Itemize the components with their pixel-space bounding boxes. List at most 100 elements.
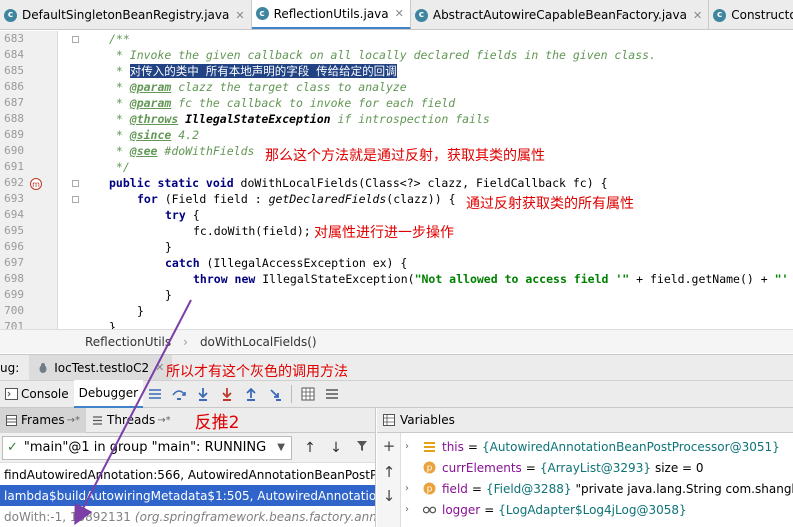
- svg-text:p: p: [427, 485, 433, 495]
- frames-tab-bar: Frames →* Threads →* 反推2: [0, 408, 375, 433]
- stack-frame-row-selected[interactable]: lambda$buildAutowiringMetadata$1:505, Au…: [0, 485, 376, 506]
- step-into-icon[interactable]: [194, 385, 212, 403]
- close-icon[interactable]: ✕: [155, 361, 164, 374]
- evaluate-expression-icon[interactable]: [299, 385, 317, 403]
- javadoc-line: * 对传入的类中 所有本地声明的字段 传给给定的回调: [109, 64, 397, 78]
- expand-arrow-icon[interactable]: ›: [405, 483, 417, 494]
- line-number: 701: [4, 320, 24, 329]
- console-icon: [5, 388, 18, 400]
- frames-panel: Frames →* Threads →* 反推2 ✓ "main"@1 in g…: [0, 408, 376, 527]
- arrow-up-icon[interactable]: ↑: [302, 440, 318, 456]
- breadcrumb-class[interactable]: ReflectionUtils: [85, 335, 171, 349]
- filter-icon[interactable]: [354, 440, 370, 456]
- line-number: 691: [4, 160, 24, 173]
- tab-default-singleton-bean-registry[interactable]: c DefaultSingletonBeanRegistry.java ✕: [0, 0, 252, 29]
- variable-extra: "private java.lang.String com.shanglin.e…: [575, 481, 793, 496]
- variable-row[interactable]: › p field = {Field@3288} "private java.l…: [405, 478, 793, 499]
- line-number: 684: [4, 48, 24, 61]
- line-number: 689: [4, 128, 24, 141]
- chevron-down-icon: ▼: [277, 442, 285, 453]
- editor-tab-bar: c DefaultSingletonBeanRegistry.java ✕ c …: [0, 0, 793, 30]
- tab-label: Debugger: [78, 386, 139, 400]
- tab-threads[interactable]: Threads →*: [86, 408, 177, 433]
- for-loop: for (Field field : getDeclaredFields(cla…: [137, 192, 456, 206]
- tab-label: ReflectionUtils.java: [273, 6, 389, 21]
- run-configuration-label: IocTest.testIoC2: [54, 360, 150, 375]
- step-out-icon[interactable]: [242, 385, 260, 403]
- add-watch-icon[interactable]: +: [381, 437, 397, 455]
- debugger-toolbar: Console Debugger: [0, 380, 793, 408]
- tab-reflection-utils[interactable]: c ReflectionUtils.java ✕: [251, 0, 411, 29]
- force-step-into-icon[interactable]: [218, 385, 236, 403]
- breadcrumb-method[interactable]: doWithLocalFields(): [200, 335, 317, 349]
- variable-name: logger: [442, 502, 481, 517]
- fold-marker[interactable]: [72, 36, 79, 43]
- java-class-icon: c: [255, 7, 269, 20]
- chevron-right-icon: ›: [183, 334, 188, 349]
- thread-dropdown[interactable]: ✓ "main"@1 in group "main": RUNNING ▼: [2, 435, 292, 460]
- expand-arrow-icon[interactable]: ›: [405, 504, 417, 515]
- catch-block: catch (IllegalAccessException ex) {: [165, 256, 408, 270]
- fold-marker[interactable]: [72, 180, 79, 187]
- stack-frame-row-synthetic[interactable]: doWith:-1, 15892131 (org.springframework…: [0, 506, 376, 527]
- variable-row[interactable]: p currElements = {ArrayList@3293} size =…: [405, 457, 704, 478]
- tab-constructor-res[interactable]: c ConstructorRes: [709, 0, 793, 29]
- more-options-icon[interactable]: [323, 385, 341, 403]
- close-icon[interactable]: ✕: [395, 7, 404, 20]
- variables-icon: [383, 414, 395, 426]
- variable-value: {AutowiredAnnotationBeanPostProcessor@30…: [481, 439, 780, 454]
- threads-icon: [93, 415, 103, 425]
- line-number: 698: [4, 272, 24, 285]
- selected-text[interactable]: 对传入的类中 所有本地声明的字段 传给给定的回调: [129, 64, 397, 78]
- variable-value: {LogAdapter$Log4jLog@3058}: [498, 502, 687, 517]
- close-icon[interactable]: ✕: [693, 9, 702, 22]
- arrow-up-icon[interactable]: ↑: [381, 463, 397, 481]
- run-configuration-tab[interactable]: IocTest.testIoC2 ✕: [29, 354, 173, 381]
- toolbar-divider: [291, 385, 293, 403]
- expand-arrow-icon[interactable]: ›: [405, 441, 417, 452]
- tab-frames[interactable]: Frames →*: [0, 408, 87, 433]
- variable-row[interactable]: › logger = {LogAdapter$Log4jLog@3058}: [405, 499, 687, 520]
- code-editor[interactable]: 683 684 685 686 687 688 689 690 691 692 …: [0, 31, 793, 329]
- tab-debugger[interactable]: Debugger: [73, 380, 144, 408]
- tab-console[interactable]: Console: [0, 380, 74, 408]
- field-icon: p: [423, 482, 436, 495]
- tab-abstract-autowire-capable-bean-factory[interactable]: c AbstractAutowireCapableBeanFactory.jav…: [411, 0, 710, 29]
- line-number: 695: [4, 224, 24, 237]
- show-execution-point-icon[interactable]: [146, 385, 164, 403]
- javadoc-see: * @see #doWithFields: [109, 144, 255, 158]
- line-number: 690: [4, 144, 24, 157]
- stack-frame-row[interactable]: findAutowiredAnnotation:566, AutowiredAn…: [0, 464, 375, 485]
- arrow-down-icon[interactable]: ↓: [328, 440, 344, 456]
- debug-bug-icon: [39, 362, 47, 373]
- variable-name: this: [442, 439, 464, 454]
- line-number: 686: [4, 80, 24, 93]
- variables-header: Variables: [377, 408, 793, 433]
- step-over-icon[interactable]: [170, 385, 188, 403]
- method-override-icon[interactable]: m: [30, 178, 42, 190]
- line-number: 700: [4, 304, 24, 317]
- breadcrumb: ReflectionUtils › doWithLocalFields(): [0, 329, 793, 353]
- line-number: 683: [4, 32, 24, 45]
- line-number: 699: [4, 288, 24, 301]
- java-class-icon: c: [4, 8, 17, 22]
- annotation-note: 那么这个方法就是通过反射，获取其类的属性: [265, 148, 545, 164]
- javadoc-param: * @param clazz the target class to analy…: [109, 80, 407, 94]
- variables-title: Variables: [400, 413, 455, 427]
- fold-marker[interactable]: [72, 196, 79, 203]
- frame-label: lambda$buildAutowiringMetadata$1:505, Au…: [4, 488, 376, 503]
- close-icon[interactable]: ✕: [235, 9, 244, 22]
- javadoc-param: * @param fc the callback to invoke for e…: [109, 96, 456, 110]
- arrow-down-icon[interactable]: ↓: [381, 487, 397, 505]
- throw-statement: throw new IllegalStateException("Not all…: [193, 272, 789, 286]
- tab-label: Console: [21, 387, 69, 401]
- java-class-icon: c: [713, 8, 727, 22]
- annotation-note: 所以才有这个灰色的调用方法: [166, 364, 348, 380]
- frame-package: (org.springframework.beans.factory.annot…: [134, 509, 376, 524]
- variable-row[interactable]: › this = {AutowiredAnnotationBeanPostPro…: [405, 436, 780, 457]
- drop-frame-icon[interactable]: [266, 385, 284, 403]
- brace: }: [109, 320, 116, 329]
- svg-text:p: p: [427, 464, 433, 474]
- check-icon: ✓: [7, 440, 18, 455]
- pin-arrow-icon: →*: [157, 414, 171, 426]
